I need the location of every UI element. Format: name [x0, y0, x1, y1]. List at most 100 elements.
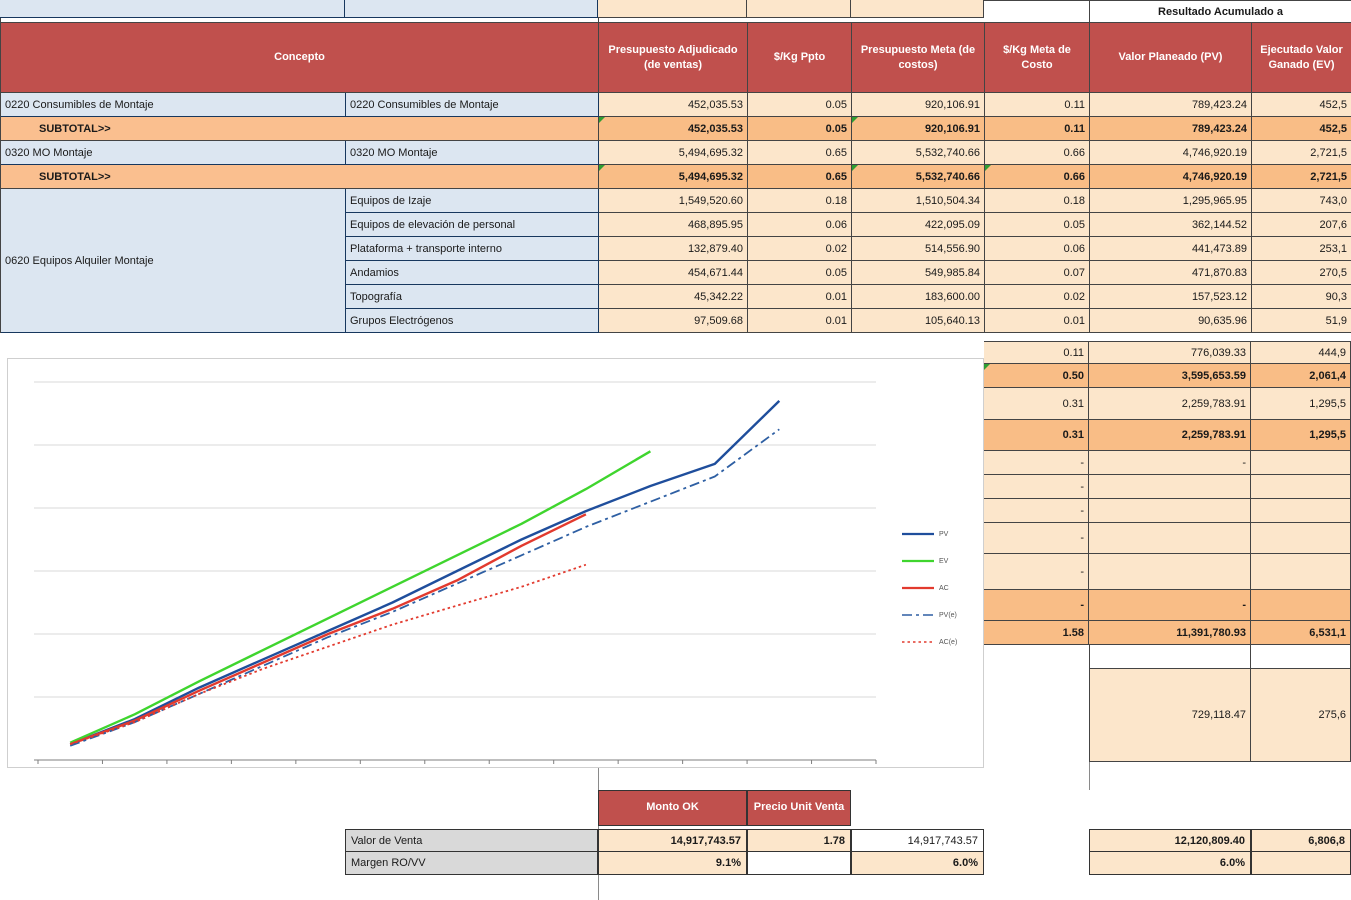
cell-value[interactable]: 97,509.68 [599, 309, 748, 333]
cell-value[interactable]: 776,039.33 [1089, 341, 1251, 364]
cell-value[interactable]: 207,6 [1252, 213, 1351, 237]
cell-value[interactable]: 90,3 [1252, 285, 1351, 309]
cell-item[interactable]: 0220 Consumibles de Montaje [346, 93, 599, 117]
cell-value[interactable] [984, 669, 1089, 762]
cell-value[interactable]: 157,523.12 [1090, 285, 1252, 309]
cell-value[interactable]: 0.01 [748, 285, 852, 309]
cell-value[interactable]: 253,1 [1252, 237, 1351, 261]
cell-value[interactable] [1089, 645, 1251, 669]
cell-value[interactable]: 0.50 [984, 364, 1089, 388]
cell-value[interactable]: 275,6 [1251, 669, 1351, 762]
cell-value[interactable] [1251, 590, 1351, 621]
cell-concept-partial[interactable] [0, 0, 345, 18]
margen-ev-cell[interactable] [1251, 851, 1351, 875]
cell-value[interactable]: 362,144.52 [1090, 213, 1252, 237]
cell-value-partial[interactable] [598, 0, 747, 18]
subtotal-label-cell[interactable]: SUBTOTAL>> [1, 165, 599, 189]
cell-value[interactable]: 0.01 [985, 309, 1090, 333]
valor-venta-precio-unit-cell[interactable]: 1.78 [747, 829, 851, 852]
cell-value[interactable]: 1,510,504.34 [852, 189, 985, 213]
cell-value[interactable]: 6,531,1 [1251, 621, 1351, 645]
margen-rovv-label[interactable]: Margen RO/VV [345, 851, 598, 875]
cell-value[interactable]: 270,5 [1252, 261, 1351, 285]
cell-value[interactable]: 454,671.44 [599, 261, 748, 285]
cell-value[interactable]: 1.58 [984, 621, 1089, 645]
cell-value[interactable]: 452,5 [1252, 117, 1351, 141]
margen-pv-cell[interactable]: 6.0% [1089, 851, 1251, 875]
precio-unit-venta-header[interactable]: Precio Unit Venta [747, 790, 851, 826]
cell-item[interactable]: Equipos de Izaje [346, 189, 599, 213]
margen-precio-cell[interactable] [747, 851, 851, 875]
column-header-5[interactable]: Ejecutado Valor Ganado (EV) [1252, 23, 1351, 93]
cell-value[interactable]: 0.11 [985, 93, 1090, 117]
cell-value[interactable]: 183,600.00 [852, 285, 985, 309]
valor-venta-monto-cell[interactable]: 14,917,743.57 [598, 829, 747, 852]
cell-value[interactable]: 90,635.96 [1090, 309, 1252, 333]
cell-value[interactable]: 0.05 [748, 261, 852, 285]
cell-value[interactable]: 0.06 [748, 213, 852, 237]
cell-value[interactable] [1251, 554, 1351, 590]
column-header-0[interactable]: Presupuesto Adjudicado (de ventas) [599, 23, 748, 93]
cell-value[interactable]: 0.05 [748, 117, 852, 141]
cell-value[interactable]: 2,721,5 [1252, 165, 1351, 189]
cell-item[interactable]: Topografía [346, 285, 599, 309]
cell-value[interactable]: 0.31 [984, 388, 1089, 420]
cell-value[interactable]: 5,494,695.32 [599, 165, 748, 189]
cell-value[interactable]: 0.18 [985, 189, 1090, 213]
cell-value[interactable]: - [984, 475, 1089, 499]
cell-concept[interactable]: 0620 Equipos Alquiler Montaje [1, 189, 346, 333]
cell-value[interactable] [984, 645, 1089, 669]
cell-value[interactable]: 0.06 [985, 237, 1090, 261]
cell-value[interactable] [1089, 523, 1251, 554]
column-header-4[interactable]: Valor Planeado (PV) [1090, 23, 1252, 93]
cell-value[interactable]: 1,295,5 [1251, 388, 1351, 420]
cell-concept[interactable]: 0220 Consumibles de Montaje [1, 93, 346, 117]
cell-value[interactable]: 0.11 [985, 117, 1090, 141]
cell-value[interactable]: 0.66 [985, 141, 1090, 165]
valor-venta-pv-cell[interactable]: 12,120,809.40 [1089, 829, 1251, 852]
cell-value[interactable]: 2,061,4 [1251, 364, 1351, 388]
cell-item-partial[interactable] [345, 0, 598, 18]
cell-value[interactable]: 4,746,920.19 [1090, 141, 1252, 165]
cell-value[interactable]: 729,118.47 [1089, 669, 1251, 762]
cell-value[interactable]: 0.02 [985, 285, 1090, 309]
cell-item[interactable]: Grupos Electrógenos [346, 309, 599, 333]
cell-value[interactable]: 51,9 [1252, 309, 1351, 333]
cell-value[interactable]: - [1089, 451, 1251, 475]
column-header-3[interactable]: $/Kg Meta de Costo [985, 23, 1090, 93]
cell-item[interactable]: Plataforma + transporte interno [346, 237, 599, 261]
cell-value[interactable]: 549,985.84 [852, 261, 985, 285]
cell-value[interactable]: 2,259,783.91 [1089, 388, 1251, 420]
cell-value[interactable]: 0.07 [985, 261, 1090, 285]
cell-value[interactable]: 452,035.53 [599, 93, 748, 117]
cell-value[interactable] [1251, 451, 1351, 475]
cell-value[interactable]: - [1089, 590, 1251, 621]
cell-value[interactable]: 920,106.91 [852, 93, 985, 117]
cell-value[interactable]: - [984, 523, 1089, 554]
cell-value[interactable] [1251, 645, 1351, 669]
cell-value[interactable]: 452,5 [1252, 93, 1351, 117]
cell-value[interactable]: 5,532,740.66 [852, 165, 985, 189]
cell-value[interactable]: 743,0 [1252, 189, 1351, 213]
cell-value[interactable]: 1,549,520.60 [599, 189, 748, 213]
cell-value[interactable]: 1,295,5 [1251, 420, 1351, 451]
cell-value[interactable] [1251, 475, 1351, 499]
cell-value[interactable]: 105,640.13 [852, 309, 985, 333]
cell-value[interactable] [1251, 499, 1351, 523]
cell-value[interactable]: 471,870.83 [1090, 261, 1252, 285]
cell-value[interactable] [1251, 523, 1351, 554]
cell-item[interactable]: Andamios [346, 261, 599, 285]
subtotal-label-cell[interactable]: SUBTOTAL>> [1, 117, 599, 141]
margen-monto-cell[interactable]: 9.1% [598, 851, 747, 875]
cell-item[interactable]: 0320 MO Montaje [346, 141, 599, 165]
group-header-resultado[interactable]: Resultado Acumulado a [1090, 1, 1351, 23]
valor-venta-meta-cell[interactable]: 14,917,743.57 [851, 829, 984, 852]
cell-value[interactable]: 2,721,5 [1252, 141, 1351, 165]
cell-value[interactable]: 11,391,780.93 [1089, 621, 1251, 645]
cell-value[interactable]: - [984, 590, 1089, 621]
evm-line-chart[interactable]: PVEVACPV(e)AC(e) [7, 358, 984, 768]
cell-value[interactable]: 1,295,965.95 [1090, 189, 1252, 213]
column-header-1[interactable]: $/Kg Ppto [748, 23, 852, 93]
cell-value[interactable]: 468,895.95 [599, 213, 748, 237]
cell-value[interactable]: 5,494,695.32 [599, 141, 748, 165]
